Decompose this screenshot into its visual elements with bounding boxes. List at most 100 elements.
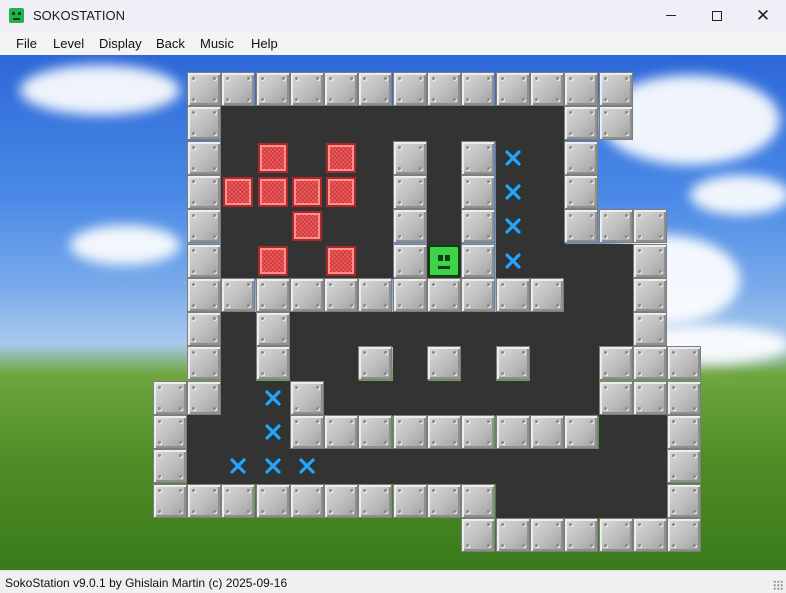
wall-block: [290, 415, 324, 449]
rivet-icon: [350, 420, 353, 423]
rivet-icon: [282, 283, 285, 286]
rivet-icon: [638, 338, 641, 341]
crate[interactable]: [326, 177, 356, 207]
wall-block: [633, 312, 667, 346]
floor-tile: [633, 449, 668, 484]
rivet-icon: [625, 214, 628, 217]
rivet-icon: [432, 420, 435, 423]
floor-tile: [633, 484, 668, 519]
rivet-icon: [659, 304, 662, 307]
rivet-icon: [556, 544, 559, 547]
rivet-icon: [522, 372, 525, 375]
menu-help[interactable]: Help: [251, 36, 278, 51]
wall-block: [461, 278, 495, 312]
rivet-icon: [672, 386, 675, 389]
menu-music[interactable]: Music: [200, 36, 234, 51]
menu-back[interactable]: Back: [156, 36, 185, 51]
wall-block: [461, 518, 495, 552]
wall-block: [496, 72, 530, 106]
crate[interactable]: [326, 143, 356, 173]
rivet-icon: [672, 475, 675, 478]
rivet-icon: [659, 235, 662, 238]
rivet-icon: [604, 523, 607, 526]
menu-level[interactable]: Level: [53, 36, 84, 51]
rivet-icon: [363, 283, 366, 286]
wall-block: [530, 518, 564, 552]
rivet-icon: [590, 167, 593, 170]
floor-tile: [221, 415, 256, 450]
resize-grip-icon[interactable]: [773, 580, 783, 590]
floor-tile: [221, 346, 256, 381]
rivet-icon: [693, 475, 696, 478]
rivet-icon: [350, 510, 353, 513]
rivet-icon: [556, 304, 559, 307]
crate[interactable]: [258, 246, 288, 276]
rivet-icon: [487, 304, 490, 307]
player-robot[interactable]: [428, 245, 460, 277]
rivet-icon: [295, 283, 298, 286]
rivet-icon: [604, 98, 607, 101]
rivet-icon: [625, 544, 628, 547]
crate[interactable]: [223, 177, 253, 207]
rivet-icon: [590, 441, 593, 444]
floor-tile: [358, 209, 393, 244]
rivet-icon: [659, 270, 662, 273]
floor-tile: [496, 484, 531, 519]
rivet-icon: [569, 180, 572, 183]
floor-tile: [187, 415, 222, 450]
rivet-icon: [192, 235, 195, 238]
rivet-icon: [363, 489, 366, 492]
rivet-icon: [604, 386, 607, 389]
rivet-icon: [192, 283, 195, 286]
rivet-icon: [638, 283, 641, 286]
crate[interactable]: [326, 246, 356, 276]
floor-tile: [530, 484, 565, 519]
rivet-icon: [522, 523, 525, 526]
wall-block: [187, 278, 221, 312]
rivet-icon: [693, 420, 696, 423]
rivet-icon: [192, 372, 195, 375]
rivet-icon: [213, 386, 216, 389]
rivet-icon: [487, 201, 490, 204]
minimize-button[interactable]: [648, 0, 694, 31]
close-button[interactable]: ✕: [740, 0, 786, 31]
rivet-icon: [282, 489, 285, 492]
rivet-icon: [329, 441, 332, 444]
crate[interactable]: [258, 143, 288, 173]
floor-tile: [358, 106, 393, 141]
rivet-icon: [419, 283, 422, 286]
menu-display[interactable]: Display: [99, 36, 142, 51]
rivet-icon: [363, 441, 366, 444]
background-cloud: [20, 65, 180, 115]
rivet-icon: [350, 77, 353, 80]
game-viewport[interactable]: [0, 55, 786, 570]
maximize-icon: [712, 10, 722, 21]
rivet-icon: [535, 420, 538, 423]
rivet-icon: [282, 317, 285, 320]
floor-tile: [496, 106, 531, 141]
rivet-icon: [522, 77, 525, 80]
rivet-icon: [487, 98, 490, 101]
wall-block: [393, 244, 427, 278]
rivet-icon: [419, 510, 422, 513]
wall-block: [256, 346, 290, 380]
menu-file[interactable]: File: [16, 36, 37, 51]
crate[interactable]: [292, 177, 322, 207]
wall-block: [667, 518, 701, 552]
rivet-icon: [466, 249, 469, 252]
menu-bar: File Level Display Back Music Help: [0, 31, 786, 55]
rivet-icon: [569, 544, 572, 547]
floor-tile: [564, 278, 599, 313]
floor-tile: [564, 484, 599, 519]
wall-block: [633, 381, 667, 415]
crate[interactable]: [258, 177, 288, 207]
rivet-icon: [226, 283, 229, 286]
rivet-icon: [247, 283, 250, 286]
rivet-icon: [466, 510, 469, 513]
crate[interactable]: [292, 211, 322, 241]
floor-tile: [358, 449, 393, 484]
wall-block: [221, 72, 255, 106]
maximize-button[interactable]: [694, 0, 740, 31]
wall-block: [187, 484, 221, 518]
rivet-icon: [672, 351, 675, 354]
